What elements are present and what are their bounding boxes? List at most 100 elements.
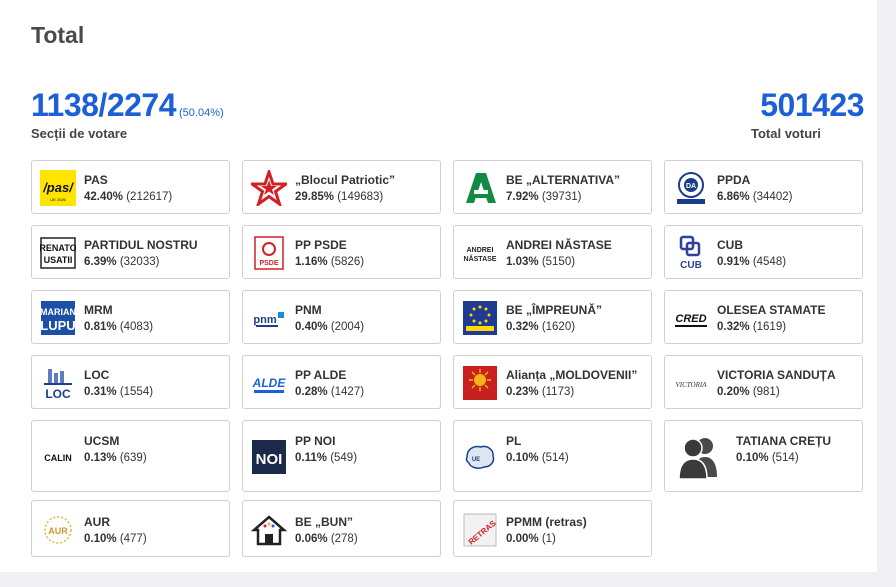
party-result: 0.23% (1173) xyxy=(506,386,575,398)
party-result: 0.10% (514) xyxy=(736,452,799,464)
stations-count: 1138/2274 (50.04%) xyxy=(31,87,224,124)
svg-text:PSDE: PSDE xyxy=(259,260,278,267)
pas-logo: /pas/UE 2026 xyxy=(40,170,76,206)
party-result: 0.81% (4083) xyxy=(84,321,154,333)
party-name: AUR xyxy=(84,515,110,529)
party-card[interactable]: Alianța „MOLDOVENII” 0.23% (1173) xyxy=(453,355,652,409)
total-votes-value: 501423 xyxy=(760,87,864,123)
party-card[interactable]: CUB CUB 0.91% (4548) xyxy=(664,225,863,279)
results-panel: Total 1138/2274 (50.04%) Secții de votare… xyxy=(0,0,877,572)
party-name: PAS xyxy=(84,173,108,187)
cub-logo: CUB xyxy=(673,235,709,271)
party-card[interactable]: BE „ÎMPREUNĂ” 0.32% (1620) xyxy=(453,290,652,344)
party-name: ANDREI NĂSTASE xyxy=(506,238,612,252)
party-name: BE „ALTERNATIVA” xyxy=(506,173,620,187)
calin-logo: CALIN xyxy=(40,439,76,475)
party-name: PL xyxy=(506,434,522,448)
party-card[interactable]: ANDREI NĂSTASE ANDREI NĂSTASE 1.03% (5150… xyxy=(453,225,652,279)
party-card[interactable]: „Blocul Patriotic” 29.85% (149683) xyxy=(242,160,441,214)
party-card[interactable]: ALDE PP ALDE 0.28% (1427) xyxy=(242,355,441,409)
svg-text:VICTORIA: VICTORIA xyxy=(676,381,708,389)
party-card[interactable]: AUR AUR 0.10% (477) xyxy=(31,500,230,557)
stations-label: Secții de votare xyxy=(31,126,128,141)
page-title: Total xyxy=(31,22,85,48)
party-result: 7.92% (39731) xyxy=(506,191,582,203)
party-result: 0.40% (2004) xyxy=(295,321,365,333)
party-result: 0.20% (981) xyxy=(717,386,780,398)
stations-value: 1138/2274 xyxy=(31,87,177,123)
party-card[interactable]: RENATO USATII PARTIDUL NOSTRU 6.39% (3203… xyxy=(31,225,230,279)
party-result: 0.11% (549) xyxy=(295,452,358,464)
party-card[interactable]: pnm PNM 0.40% (2004) xyxy=(242,290,441,344)
party-card[interactable]: VICTORIA VICTORIA SANDUȚA 0.20% (981) xyxy=(664,355,863,409)
svg-text:NOI: NOI xyxy=(256,451,283,468)
party-name: UCSM xyxy=(84,434,120,448)
party-result: 6.39% (32033) xyxy=(84,256,160,268)
party-card[interactable]: CALIN UCSM 0.13% (639) xyxy=(31,420,230,492)
party-result: 42.40% (212617) xyxy=(84,191,173,203)
party-card[interactable]: RETRAS PPMM (retras) 0.00% (1) xyxy=(453,500,652,557)
svg-text:AUR: AUR xyxy=(48,526,68,536)
cred-logo: CRED xyxy=(673,300,709,336)
party-card[interactable]: UE PL 0.10% (514) xyxy=(453,420,652,492)
ppda-logo: DA xyxy=(673,170,709,206)
party-name: BE „ÎMPREUNĂ” xyxy=(506,303,603,317)
party-result: 1.03% (5150) xyxy=(506,256,576,268)
party-card[interactable]: LOC LOC 0.31% (1554) xyxy=(31,355,230,409)
party-card[interactable]: DA PPDA 6.86% (34402) xyxy=(664,160,863,214)
renato-usatii-logo: RENATO USATII xyxy=(40,235,76,271)
party-name: OLESEA STAMATE xyxy=(717,303,826,317)
alternativa-logo xyxy=(462,170,498,206)
party-card[interactable]: CRED OLESEA STAMATE 0.32% (1619) xyxy=(664,290,863,344)
svg-text:pnm: pnm xyxy=(253,314,276,326)
svg-text:MARIAN: MARIAN xyxy=(40,307,76,317)
party-card[interactable]: /pas/UE 2026 PAS 42.40% (212617) xyxy=(31,160,230,214)
aur-logo: AUR xyxy=(40,512,76,548)
party-card[interactable]: MARIAN LUPU MRM 0.81% (4083) xyxy=(31,290,230,344)
svg-text:DA: DA xyxy=(686,183,696,190)
svg-text:CALIN: CALIN xyxy=(44,453,72,463)
party-name: PNM xyxy=(295,303,322,317)
party-grid: /pas/UE 2026 PAS 42.40% (212617) „Blocul… xyxy=(31,160,865,557)
svg-text:CUB: CUB xyxy=(680,260,702,271)
noi-logo: NOI xyxy=(251,439,287,475)
svg-text:USATII: USATII xyxy=(44,255,73,265)
party-card[interactable]: PSDE PP PSDE 1.16% (5826) xyxy=(242,225,441,279)
alde-logo: ALDE xyxy=(251,365,287,401)
party-name: TATIANA CREȚU xyxy=(736,434,832,448)
svg-text:UE: UE xyxy=(472,457,480,463)
svg-text:ANDREI: ANDREI xyxy=(467,247,494,254)
party-result: 1.16% (5826) xyxy=(295,256,365,268)
party-name: PARTIDUL NOSTRU xyxy=(84,238,198,252)
party-result: 0.10% (514) xyxy=(506,452,569,464)
party-name: PP PSDE xyxy=(295,238,347,252)
party-result: 29.85% (149683) xyxy=(295,191,384,203)
bun-logo xyxy=(251,512,287,548)
psde-logo: PSDE xyxy=(251,235,287,271)
party-result: 0.06% (278) xyxy=(295,533,358,545)
party-card[interactable]: BE „ALTERNATIVA” 7.92% (39731) xyxy=(453,160,652,214)
svg-text:LUPU: LUPU xyxy=(40,318,75,333)
svg-text:ALDE: ALDE xyxy=(252,376,287,390)
party-card[interactable]: NOI PP NOI 0.11% (549) xyxy=(242,420,441,492)
party-name: PP NOI xyxy=(295,434,336,448)
party-name: PPDA xyxy=(717,173,751,187)
party-name: BE „BUN” xyxy=(295,515,354,529)
party-name: LOC xyxy=(84,368,110,382)
party-name: PP ALDE xyxy=(295,368,347,382)
party-name: Alianța „MOLDOVENII” xyxy=(506,368,638,382)
party-card[interactable]: TATIANA CREȚU 0.10% (514) xyxy=(664,420,863,492)
pl-logo: UE xyxy=(462,439,498,475)
people-icon xyxy=(671,435,727,479)
svg-text:RENATO: RENATO xyxy=(40,243,76,253)
marian-lupu-logo: MARIAN LUPU xyxy=(40,300,76,336)
impreuna-logo xyxy=(462,300,498,336)
stations-percent: (50.04%) xyxy=(179,107,224,119)
victoria-logo: VICTORIA xyxy=(673,365,709,401)
party-result: 0.31% (1554) xyxy=(84,386,154,398)
svg-text:UE 2026: UE 2026 xyxy=(50,197,66,202)
svg-text:CRED: CRED xyxy=(675,313,706,325)
party-card[interactable]: BE „BUN” 0.06% (278) xyxy=(242,500,441,557)
svg-text:/pas/: /pas/ xyxy=(42,180,74,195)
party-result: 0.28% (1427) xyxy=(295,386,365,398)
